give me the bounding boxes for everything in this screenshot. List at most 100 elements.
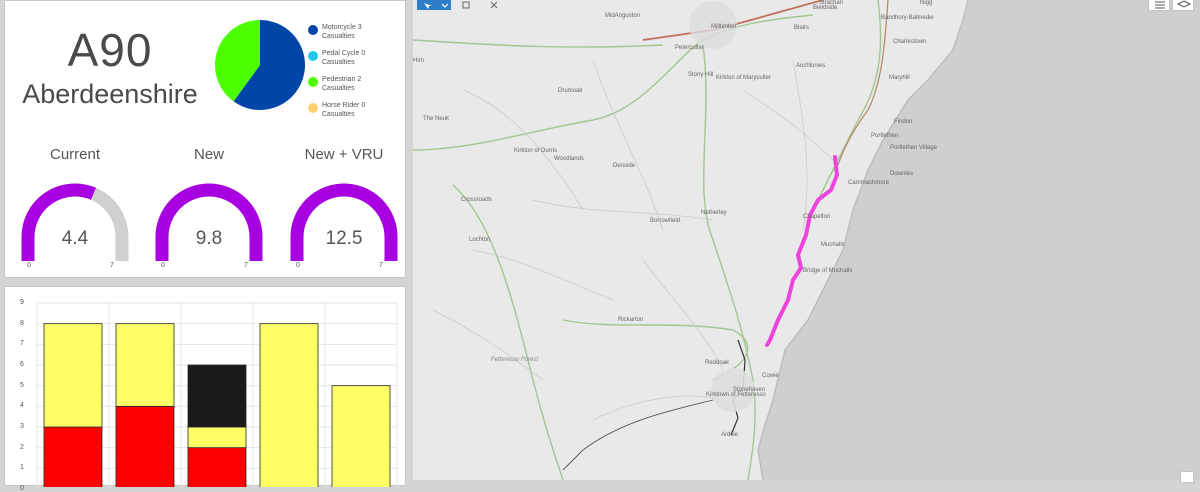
map-label-nigg: Nigg bbox=[920, 0, 933, 6]
map-label-netherley: Netherley bbox=[701, 210, 727, 216]
close-icon bbox=[490, 1, 498, 9]
gauge-max-new: 7 bbox=[244, 262, 248, 269]
select-tool-button[interactable] bbox=[417, 0, 451, 10]
legend-toggle-button[interactable] bbox=[1148, 0, 1170, 11]
pointer-icon bbox=[424, 3, 432, 9]
map-label-auchlunies: Auchlunies bbox=[796, 63, 826, 69]
map-label-hirn: Hirn bbox=[413, 58, 425, 64]
gauge-max-current: 7 bbox=[110, 262, 114, 269]
gauge-value-current: 4.4 bbox=[61, 228, 89, 249]
map-label-portlethen-village: Portlethen Village bbox=[890, 145, 937, 151]
legend-count: 0 bbox=[361, 102, 366, 109]
map-label-denside: Denside bbox=[613, 163, 636, 169]
gauge-current bbox=[21, 183, 129, 261]
legend-count: 3 bbox=[357, 24, 362, 31]
map-label-bandhory-balmedie: Bandhory-Balmedie bbox=[881, 15, 934, 21]
gauge-max-new-vru: 7 bbox=[379, 262, 383, 269]
gauge-min-current: 0 bbox=[27, 262, 31, 269]
map-label-milltimber: Milltimber bbox=[711, 24, 737, 30]
map-label-blairs: Blairs bbox=[794, 25, 810, 31]
stacked-bar-chart bbox=[36, 302, 398, 487]
layers-button[interactable] bbox=[1172, 0, 1194, 11]
bar-chart-panel: 0123456789 bbox=[4, 286, 406, 492]
map-label-lochton: Lochton bbox=[469, 237, 491, 243]
close-selection-button[interactable] bbox=[488, 0, 500, 9]
legend-count: 0 bbox=[361, 50, 366, 57]
map-label-charlestown: Charlestown bbox=[893, 39, 927, 45]
legend-label: Pedestrian bbox=[322, 76, 356, 83]
bar-segment bbox=[331, 385, 391, 487]
zoom-to-button[interactable] bbox=[460, 0, 474, 9]
casualty-pie-chart bbox=[215, 20, 305, 110]
map-label-borrowfield: Borrowfield bbox=[650, 218, 681, 224]
legend-count: 2 bbox=[357, 76, 362, 83]
legend-item-pedestrian: Pedestrian 2 Casualties bbox=[308, 75, 402, 101]
chevron-down-icon bbox=[441, 3, 449, 8]
gauge-label-new: New bbox=[193, 146, 224, 163]
map-label-cammachmore: Cammachmore bbox=[848, 180, 890, 186]
map-label-midanguston: MidAnguston bbox=[605, 13, 641, 19]
legend-item-motorcycle: Motorcycle 3 Casualties bbox=[308, 23, 402, 49]
legend-item-horse-rider: Horse Rider 0 Casualties bbox=[308, 101, 402, 127]
map-label-stony-hill: Stony Hill bbox=[688, 72, 714, 78]
legend-unit: Casualties bbox=[322, 33, 355, 40]
gauge-label-new-vru: New + VRU bbox=[304, 146, 384, 163]
route-name: A90 bbox=[67, 24, 153, 76]
map-label-woodlands: Woodlands bbox=[554, 156, 584, 162]
gauge-new-vru bbox=[290, 183, 398, 261]
gauge-fill bbox=[155, 183, 263, 261]
zoom-icon bbox=[462, 1, 470, 9]
map-label-ardsie: Ardsie bbox=[721, 432, 739, 438]
map-label-reddoak: Reddoak bbox=[705, 360, 730, 366]
map-label-kirkton-of-maryculter: Kirkton of Maryculter bbox=[716, 75, 772, 81]
map-view[interactable]: MidAnguston Milltimber Peterculter Blairs Bi… bbox=[413, 0, 1200, 483]
casualty-legend: Motorcycle 3 Casualties Pedal Cycle 0 Ca… bbox=[308, 23, 402, 127]
map-label-muchalls: Muchalls bbox=[821, 242, 845, 248]
bar-segment bbox=[187, 447, 247, 487]
legend-item-pedal-cycle: Pedal Cycle 0 Casualties bbox=[308, 49, 402, 75]
map-label-drumoak: Drumoak bbox=[558, 88, 583, 94]
legend-unit: Casualties bbox=[322, 59, 355, 66]
map-label-kirktown-of-fetteresso: Kirktown of Fetteresso bbox=[706, 392, 766, 398]
map-label-rickarton: Rickarton bbox=[618, 317, 644, 323]
legend-label: Pedal Cycle bbox=[322, 50, 360, 57]
legend-label: Horse Rider bbox=[322, 102, 360, 109]
bar-segment bbox=[187, 364, 247, 428]
summary-panel: A90 Aberdeenshire Motorcycle 3 Casualtie… bbox=[4, 0, 406, 278]
bar-segment bbox=[43, 323, 103, 428]
map-corner-button[interactable] bbox=[1180, 471, 1194, 483]
gauge-min-new-vru: 0 bbox=[296, 262, 300, 269]
map-label-bridge-of-muchalls: Bridge of Muchalls bbox=[803, 268, 853, 274]
gauge-fill bbox=[21, 183, 97, 261]
map-label-portlethen: Portlethen bbox=[871, 133, 899, 139]
map-label-crossroads: Crossroads bbox=[461, 197, 492, 203]
bar-segment bbox=[43, 426, 103, 487]
map-label-chapelton: Chapelton bbox=[803, 214, 831, 220]
map-label-cowie: Cowie bbox=[762, 373, 779, 379]
map-label-peterculter: Peterculter bbox=[675, 45, 705, 51]
legend-dot-pedestrian bbox=[308, 77, 318, 87]
map-label-strachan: Strachan bbox=[819, 0, 844, 6]
gauge-value-new-vru: 12.5 bbox=[325, 228, 363, 249]
region-name: Aberdeenshire bbox=[22, 79, 198, 109]
gauge-min-new: 0 bbox=[161, 262, 165, 269]
legend-dot-motorcycle bbox=[308, 25, 318, 35]
map-label-downies: Downies bbox=[890, 171, 914, 177]
map-label-kirkton-of-durris: Kirkton of Durris bbox=[514, 148, 558, 154]
map-label-findon: Findon bbox=[894, 119, 913, 125]
bar-segment bbox=[115, 405, 175, 487]
list-icon bbox=[1155, 1, 1165, 9]
layers-icon bbox=[1176, 0, 1192, 8]
legend-dot-horse-rider bbox=[308, 103, 318, 113]
gauge-new bbox=[155, 183, 263, 261]
legend-dot-pedal-cycle bbox=[308, 51, 318, 61]
bar-segment bbox=[115, 323, 175, 407]
map-label-maryhill: Maryhill bbox=[889, 75, 910, 81]
bar-segment bbox=[187, 426, 247, 449]
gauge-value-new: 9.8 bbox=[195, 228, 223, 249]
legend-unit: Casualties bbox=[322, 111, 355, 118]
legend-unit: Casualties bbox=[322, 85, 355, 92]
map-label-the-neuk: The Neuk bbox=[423, 116, 450, 122]
map-canvas[interactable] bbox=[413, 0, 1200, 480]
legend-label: Motorcycle bbox=[322, 24, 356, 31]
